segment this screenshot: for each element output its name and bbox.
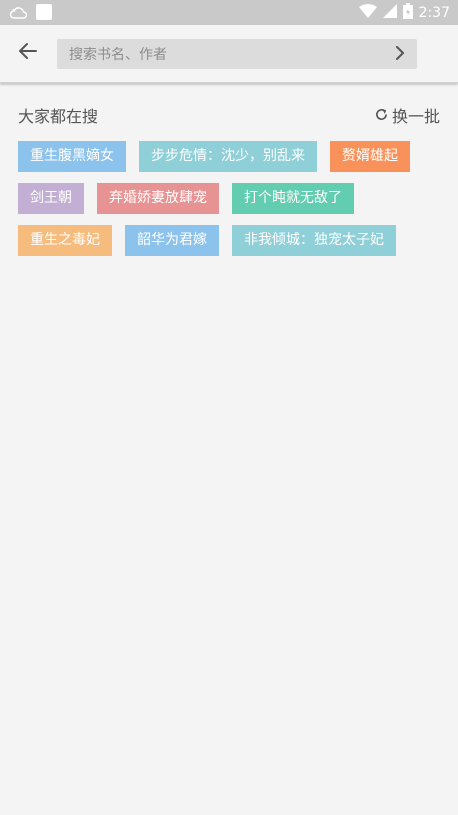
battery-icon <box>402 3 413 23</box>
search-go-button[interactable] <box>391 45 409 63</box>
search-box <box>57 39 417 69</box>
refresh-label: 换一批 <box>391 107 440 126</box>
search-input[interactable] <box>69 45 369 65</box>
refresh-button[interactable]: 换一批 <box>375 103 440 127</box>
app-header <box>0 25 458 83</box>
search-tag[interactable]: 剑王朝 <box>18 183 84 214</box>
status-time: 2:37 <box>418 5 450 21</box>
signal-icon <box>382 4 397 22</box>
arrow-left-icon <box>18 42 38 64</box>
hot-search-tags: 重生腹黑嫡女 步步危情：沈少，别乱来 赘婿雄起剑王朝 弃婚娇妻放肆宠 打个盹就无敌了重生… <box>18 141 443 256</box>
search-tag[interactable]: 赘婿雄起 <box>330 141 410 172</box>
app-notification-icon <box>36 4 52 24</box>
search-tag[interactable]: 步步危情：沈少，别乱来 <box>139 141 317 172</box>
refresh-icon <box>375 106 388 125</box>
search-tag[interactable]: 非我倾城：独宠太子妃 <box>232 225 396 256</box>
search-tag[interactable]: 韶华为君嫁 <box>125 225 219 256</box>
search-tag[interactable]: 重生之毒妃 <box>18 225 112 256</box>
chevron-right-icon <box>395 45 405 64</box>
search-tag[interactable]: 弃婚娇妻放肆宠 <box>97 183 219 214</box>
search-tag[interactable]: 重生腹黑嫡女 <box>18 141 126 172</box>
search-tag[interactable]: 打个盹就无敌了 <box>232 183 354 214</box>
back-button[interactable] <box>12 37 44 69</box>
hot-search-title: 大家都在搜 <box>18 107 99 126</box>
status-bar: 2:37 <box>0 0 458 25</box>
cloud-notification-icon <box>9 5 28 24</box>
wifi-icon <box>358 4 377 22</box>
